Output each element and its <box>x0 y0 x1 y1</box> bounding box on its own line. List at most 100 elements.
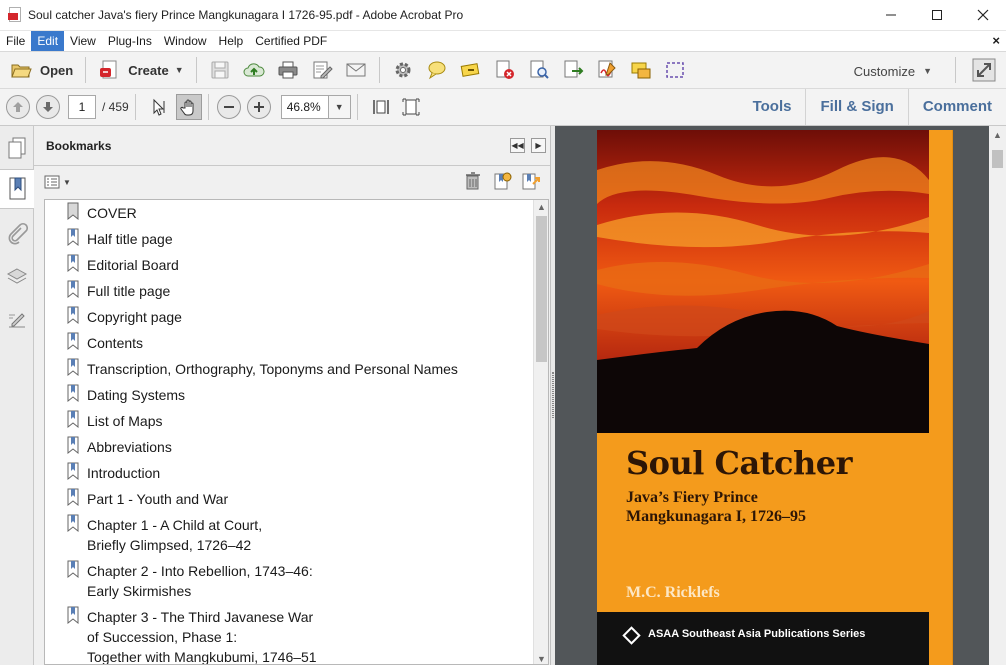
open-button[interactable]: Open <box>6 55 77 85</box>
zoom-input[interactable]: 46.8% <box>280 95 329 119</box>
bookmark-item[interactable]: Contents <box>45 330 548 356</box>
bookmark-label: Contents <box>87 335 144 351</box>
create-button[interactable]: Create ▼ <box>94 55 187 85</box>
fit-width-icon <box>372 100 389 114</box>
splitter-grip[interactable] <box>552 372 554 418</box>
scroll-up-icon[interactable]: ▲ <box>989 130 1006 140</box>
bookmark-item[interactable]: Chapter 3 - The Third Javanese War of Su… <box>45 604 548 664</box>
expand-bookmark-button[interactable] <box>520 170 542 192</box>
bookmark-item[interactable]: Chapter 2 - Into Rebellion, 1743–46: Ear… <box>45 558 548 604</box>
cloud-upload-icon <box>243 59 265 81</box>
bookmark-item[interactable]: COVER <box>45 200 548 226</box>
printer-icon <box>277 59 299 81</box>
bookmark-item[interactable]: Chapter 1 - A Child at Court, Briefly Gl… <box>45 512 548 558</box>
sign-button[interactable] <box>592 55 622 85</box>
close-icon <box>977 9 989 21</box>
remove-security-button[interactable] <box>490 55 520 85</box>
page-thumbnails-button[interactable] <box>0 128 33 168</box>
save-button[interactable] <box>205 55 235 85</box>
bookmark-item[interactable]: Full title page <box>45 278 548 304</box>
scrollbar-thumb[interactable] <box>536 216 547 362</box>
cover-author: M.C. Ricklefs <box>626 584 720 601</box>
maximize-button[interactable] <box>914 0 960 31</box>
menu-help[interactable]: Help <box>213 31 250 51</box>
bookmark-label: Full title page <box>87 283 171 299</box>
menu-edit[interactable]: Edit <box>31 31 65 51</box>
highlight-button[interactable] <box>456 55 486 85</box>
page-number-input[interactable]: 1 <box>68 95 96 119</box>
tools-pane-button[interactable]: Tools <box>739 89 806 125</box>
bookmark-icon <box>67 410 79 428</box>
bookmark-label: Chapter 3 - The Third Javanese War <box>87 609 314 625</box>
document-view[interactable]: Soul Catcher Java’s Fiery Prince Mangkun… <box>555 126 1006 665</box>
paperclip-icon <box>8 222 28 245</box>
chevron-down-icon: ▼ <box>63 177 71 187</box>
export-button[interactable] <box>558 55 588 85</box>
edit-document-button[interactable] <box>307 55 337 85</box>
customize-dropdown[interactable]: Customize ▼ <box>854 52 932 90</box>
minimize-button[interactable] <box>868 0 914 31</box>
bookmark-item[interactable]: Half title page <box>45 226 548 252</box>
bookmark-item[interactable]: Introduction <box>45 460 548 486</box>
menu-window[interactable]: Window <box>158 31 213 51</box>
fit-width-button[interactable] <box>368 94 394 120</box>
print-button[interactable] <box>273 55 303 85</box>
stamp-button[interactable] <box>626 55 656 85</box>
comment-pane-button[interactable]: Comment <box>907 89 1006 125</box>
select-area-button[interactable] <box>660 55 690 85</box>
scrollbar-thumb[interactable] <box>992 150 1003 168</box>
close-pane-button[interactable]: ▶ <box>531 138 546 153</box>
bookmark-options-button[interactable]: ▼ <box>44 175 71 189</box>
zoom-out-button[interactable] <box>216 95 241 119</box>
open-label: Open <box>40 62 74 78</box>
bookmark-label: Chapter 1 - A Child at Court, <box>87 517 263 533</box>
previous-page-button[interactable] <box>6 95 30 119</box>
menu-plug-ins[interactable]: Plug-Ins <box>102 31 158 51</box>
scroll-up-icon[interactable]: ▲ <box>534 200 548 214</box>
title-bar: Soul catcher Java's fiery Prince Mangkun… <box>0 0 1006 31</box>
fill-sign-pane-button[interactable]: Fill & Sign <box>805 89 907 125</box>
full-screen-button[interactable] <box>972 58 996 82</box>
menu-certified-pdf[interactable]: Certified PDF <box>249 31 333 51</box>
bookmark-item[interactable]: Editorial Board <box>45 252 548 278</box>
new-bookmark-button[interactable] <box>491 170 513 192</box>
bookmark-item[interactable]: Copyright page <box>45 304 548 330</box>
attachments-button[interactable] <box>0 214 33 254</box>
bookmark-item[interactable]: Abbreviations <box>45 434 548 460</box>
comment-tool-button[interactable] <box>422 55 452 85</box>
signatures-button[interactable] <box>0 300 33 340</box>
delete-bookmark-button[interactable] <box>462 170 484 192</box>
collapse-pane-button[interactable]: ◀◀ <box>510 138 525 153</box>
chevron-right-icon: ▶ <box>535 141 542 150</box>
scroll-down-icon[interactable]: ▼ <box>534 652 548 664</box>
bookmark-item[interactable]: Transcription, Orthography, Toponyms and… <box>45 356 548 382</box>
close-window-button[interactable] <box>960 0 1006 31</box>
settings-button[interactable] <box>388 55 418 85</box>
zoom-select[interactable]: 46.8% ▼ <box>280 95 351 119</box>
menu-view[interactable]: View <box>64 31 102 51</box>
next-page-button[interactable] <box>36 95 60 119</box>
bookmark-label: Editorial Board <box>87 257 179 273</box>
layers-button[interactable] <box>0 257 33 297</box>
bookmark-icon <box>67 560 79 578</box>
upload-cloud-button[interactable] <box>239 55 269 85</box>
bookmark-item[interactable]: List of Maps <box>45 408 548 434</box>
chevron-down-icon[interactable]: ▼ <box>328 95 351 119</box>
menu-file[interactable]: File <box>0 31 31 51</box>
bookmark-item[interactable]: Part 1 - Youth and War <box>45 486 548 512</box>
bookmark-icon <box>67 254 79 272</box>
bookmark-item[interactable]: Dating Systems <box>45 382 548 408</box>
chevron-down-icon: ▼ <box>923 66 932 76</box>
document-scrollbar[interactable]: ▲ <box>989 126 1006 665</box>
find-document-button[interactable] <box>524 55 554 85</box>
bookmarks-scrollbar[interactable]: ▲ ▼ <box>533 200 548 664</box>
acrobat-pdf-icon <box>8 7 22 23</box>
bookmarks-title: Bookmarks <box>46 138 112 153</box>
zoom-in-button[interactable] <box>246 95 271 119</box>
select-tool-button[interactable] <box>146 94 172 120</box>
email-button[interactable] <box>341 55 371 85</box>
bookmarks-button[interactable] <box>0 169 35 209</box>
close-document-button[interactable]: × <box>992 31 1000 51</box>
hand-tool-button[interactable] <box>175 94 202 120</box>
fit-page-button[interactable] <box>398 94 424 120</box>
